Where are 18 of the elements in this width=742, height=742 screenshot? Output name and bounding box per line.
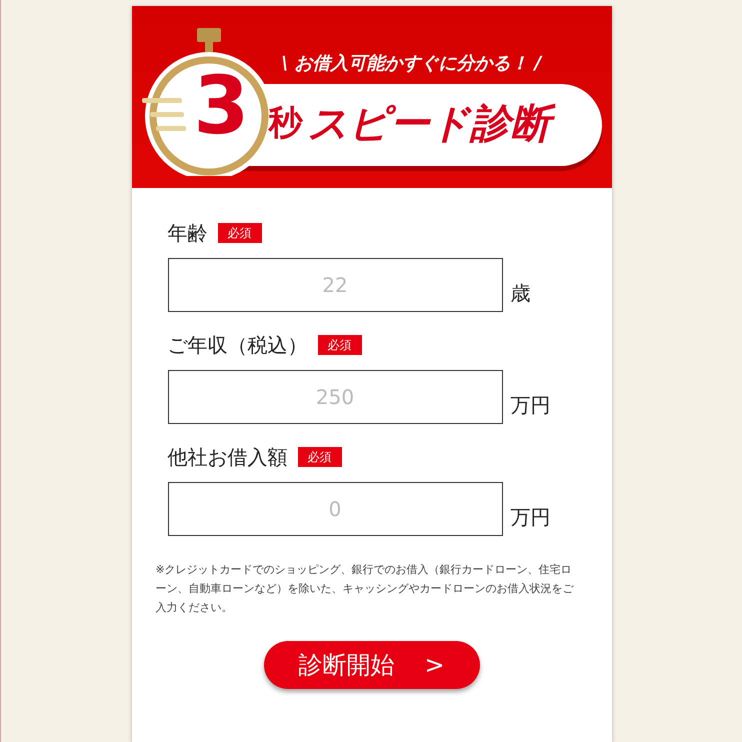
- number-field[interactable]: 250: [168, 370, 502, 424]
- seconds-unit: 秒: [268, 106, 302, 140]
- field-label: ご年収（税込）: [168, 332, 308, 359]
- required-badge: 必須: [218, 223, 262, 243]
- unit-label: 歳: [510, 280, 530, 307]
- field-label: 年齢: [168, 220, 208, 247]
- required-badge: 必須: [318, 335, 362, 355]
- banner-title: スピード診断: [308, 98, 562, 150]
- start-diagnosis-button[interactable]: 診断開始 >: [264, 641, 480, 689]
- note-text: ※クレジットカードでのショッピング、銀行でのお借入（銀行カードローン、住宅ローン、自動車ローンなど）を除いた、キャッシングやカードローンのお借入状況をご入力ください。: [156, 562, 574, 616]
- number-field[interactable]: 0: [168, 482, 502, 536]
- seconds-number: 3: [194, 66, 250, 146]
- unit-label: 万円: [510, 392, 550, 419]
- field-label: 他社お借入額: [168, 444, 288, 471]
- number-field[interactable]: 22: [168, 258, 502, 312]
- required-badge: 必須: [298, 447, 342, 467]
- unit-label: 万円: [510, 504, 550, 531]
- banner-tagline: \ お借入可能かすぐに分かる！ /: [282, 52, 542, 76]
